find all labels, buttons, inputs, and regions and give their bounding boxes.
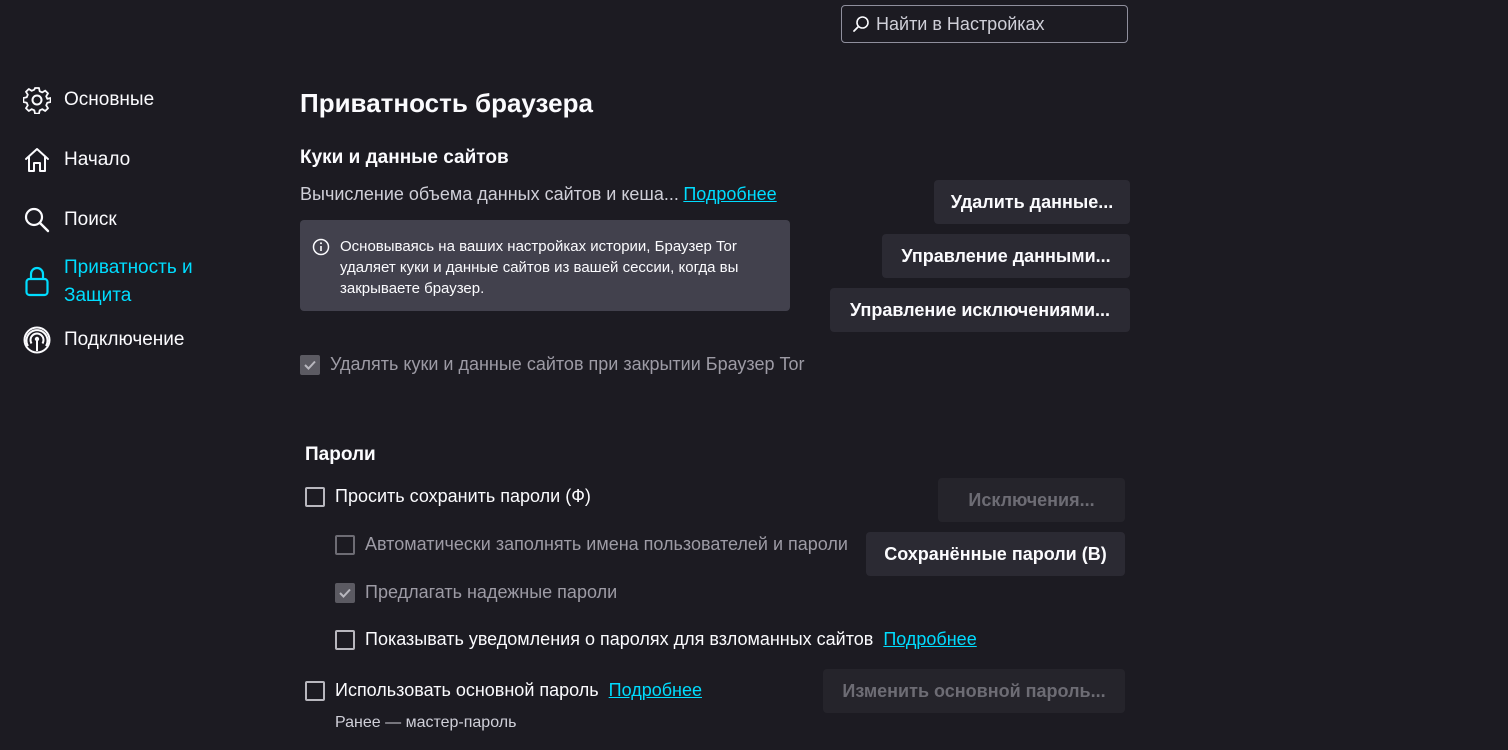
cookies-info-box: Основываясь на ваших настройках истории,… [300,220,790,311]
ask-save-passwords-label: Просить сохранить пароли (Ф) [335,486,591,506]
checkmark-icon [339,588,351,598]
manage-exceptions-button[interactable]: Управление исключениями... [830,288,1130,332]
breach-learn-more-link[interactable]: Подробнее [883,629,976,650]
primary-password-checkbox[interactable] [305,680,325,701]
home-icon [22,145,52,175]
autofill-label: Автоматически заполнять имена пользовате… [365,534,848,554]
delete-on-close-label: Удалять куки и данные сайтов при закрыти… [330,354,805,374]
saved-passwords-button[interactable]: Сохранённые пароли (В) [866,532,1125,576]
cookies-status-line: Вычисление объема данных сайтов и кеша..… [300,184,777,205]
cookies-info-text: Основываясь на ваших настройках истории,… [340,238,739,297]
primary-password-label: Использовать основной пароль [335,680,599,700]
sidebar-item-search[interactable]: Поиск [22,205,117,235]
sidebar-item-general[interactable]: Основные [22,85,154,115]
primary-learn-more-link[interactable]: Подробнее [609,680,702,701]
delete-on-close-checkbox[interactable] [300,354,320,375]
change-primary-password-button[interactable]: Изменить основной пароль... [823,669,1125,713]
gear-icon [22,85,52,115]
clear-data-button[interactable]: Удалить данные... [934,180,1130,224]
suggest-passwords-option: Предлагать надежные пароли [335,582,617,603]
autofill-option: Автоматически заполнять имена пользовате… [335,534,848,555]
cookies-learn-more-link[interactable]: Подробнее [683,184,776,204]
sidebar-item-home[interactable]: Начало [22,145,130,175]
search-icon [852,15,870,33]
primary-password-option: Использовать основной пароль Подробнее [305,680,702,701]
passwords-section-title: Пароли [305,444,376,465]
sidebar-item-label: Основные [64,89,155,110]
password-exceptions-button[interactable]: Исключения... [938,478,1125,522]
cookies-status-text: Вычисление объема данных сайтов и кеша..… [300,184,679,204]
breach-alerts-option: Показывать уведомления о паролях для взл… [335,629,977,650]
breach-alerts-label: Показывать уведомления о паролях для взл… [365,629,874,649]
ask-save-passwords-option: Просить сохранить пароли (Ф) [305,486,591,507]
sidebar-item-label: Поиск [64,209,117,230]
search-input[interactable] [876,13,1116,35]
checkmark-icon [304,360,316,370]
suggest-passwords-label: Предлагать надежные пароли [365,582,618,602]
page-title: Приватность браузера [300,88,593,118]
delete-on-close-option: Удалять куки и данные сайтов при закрыти… [300,354,804,375]
sidebar-item-privacy[interactable]: Приватность и Защита [22,254,214,310]
sidebar-item-connection[interactable]: Подключение [22,325,184,355]
sidebar-item-label: Подключение [64,329,185,350]
manage-data-button[interactable]: Управление данными... [882,234,1130,278]
sidebar-item-label: Начало [64,149,131,170]
sidebar-item-label: Приватность и Защита [64,257,193,306]
search-icon [22,205,52,235]
breach-alerts-checkbox[interactable] [335,629,355,650]
connection-icon [22,325,52,355]
suggest-passwords-checkbox[interactable] [335,582,355,603]
info-icon [312,238,330,256]
ask-save-passwords-checkbox[interactable] [305,486,325,507]
lock-icon [22,254,52,310]
primary-password-note: Ранее — мастер-пароль [335,714,517,731]
cookies-section-title: Куки и данные сайтов [300,147,509,168]
autofill-checkbox[interactable] [335,534,355,555]
settings-search[interactable] [841,5,1128,43]
